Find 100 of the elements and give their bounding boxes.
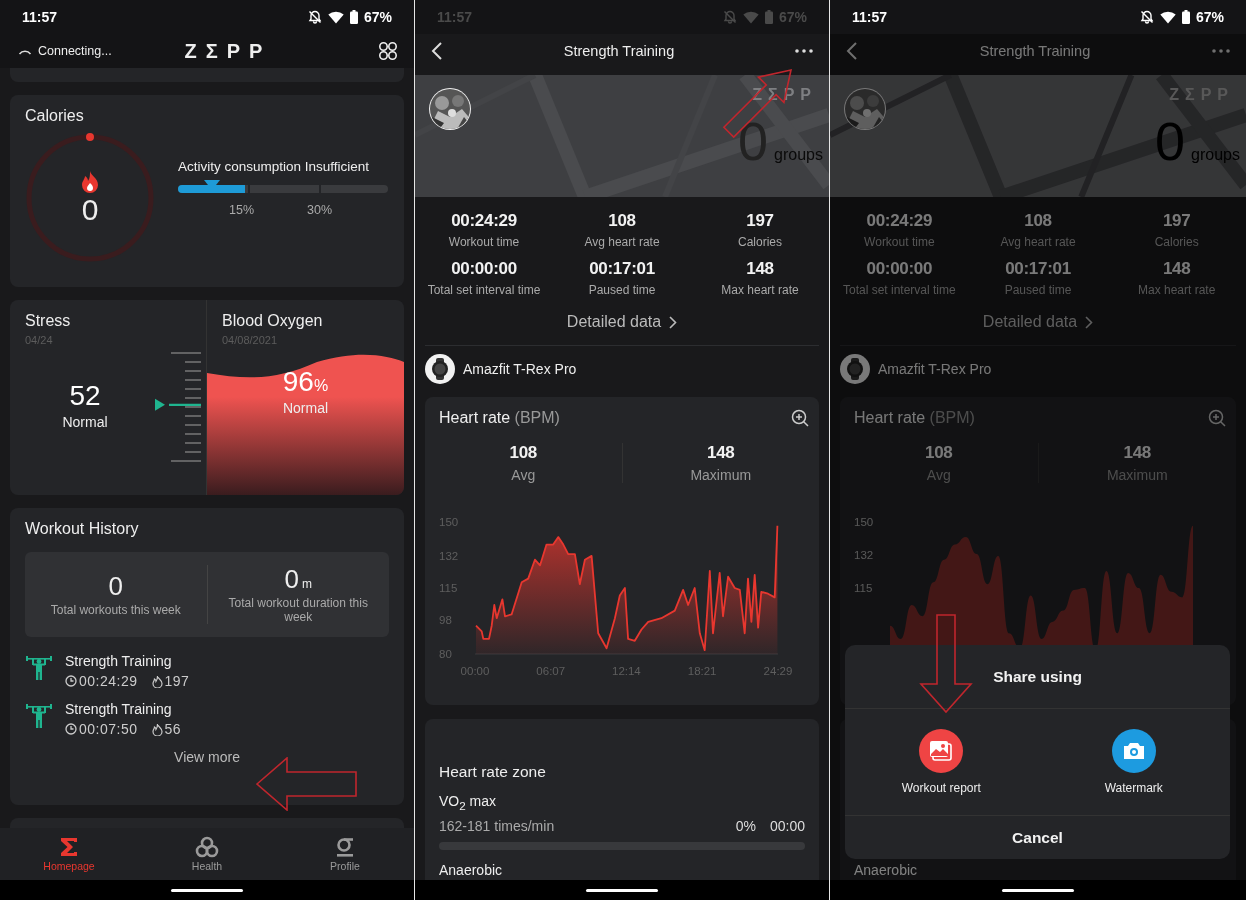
- heart-rate-label: Maximum: [690, 467, 752, 483]
- card-title: Blood Oxygen: [222, 312, 324, 330]
- card-title: Workout History: [25, 520, 140, 538]
- stat-value: 197: [746, 211, 774, 231]
- zone-name: Anaerobic: [439, 861, 504, 880]
- unit-label: (BPM): [929, 409, 975, 426]
- axis-tick-label: 150: [854, 516, 874, 528]
- wifi-icon: [1159, 10, 1176, 24]
- share-option[interactable]: Watermark: [1037, 709, 1230, 815]
- app-logo: ZΣPP: [184, 39, 272, 63]
- nav-tab[interactable]: Profile: [276, 828, 414, 880]
- workout-duration: 00:24:29: [79, 673, 138, 689]
- more-options-button[interactable]: [793, 47, 815, 55]
- nav-tab[interactable]: Health: [138, 828, 276, 880]
- gesture-bar[interactable]: [1002, 888, 1074, 892]
- axis-tick-label: 80: [439, 648, 452, 660]
- heart-rate-value: 108: [925, 443, 953, 463]
- total-value: 0: [284, 565, 299, 593]
- stat-value: 00:24:29: [866, 211, 933, 231]
- battery-icon: [1181, 10, 1190, 24]
- oxygen-value: 96: [282, 366, 314, 398]
- share-option[interactable]: Workout report: [845, 709, 1038, 815]
- status-time: 11:57: [22, 9, 58, 25]
- bell-off-icon: [307, 10, 322, 24]
- heart-rate-value: 148: [707, 443, 735, 463]
- total-value: 0: [108, 572, 123, 600]
- axis-tick-label: 132: [439, 549, 459, 562]
- stat-label: Paused time: [1004, 283, 1072, 297]
- gesture-bar[interactable]: [171, 888, 243, 892]
- activity-label: Activity consumption Insufficient: [178, 159, 370, 174]
- stat-label: Max heart rate: [1137, 283, 1216, 297]
- back-button[interactable]: [429, 40, 445, 62]
- axis-tick-label: 24:29: [763, 665, 793, 677]
- weightlifter-icon: [25, 701, 53, 729]
- percent-tick: 30%: [307, 203, 333, 217]
- stat-label: Workout time: [448, 235, 520, 249]
- stat-label: Calories: [1154, 235, 1199, 249]
- device-name: Amazfit T-Rex Pro: [463, 361, 577, 377]
- zone-range: 162-181 times/min: [439, 818, 555, 834]
- axis-tick-label: 150: [439, 516, 459, 528]
- card-title: Heart rate zone: [439, 763, 547, 782]
- status-time: 11:57: [852, 9, 888, 25]
- device-name: Amazfit T-Rex Pro: [878, 361, 992, 377]
- group-unit: groups: [774, 146, 823, 164]
- sigma-icon: [58, 836, 80, 858]
- workout-entry[interactable]: Strength Training 00:07:50 56: [25, 701, 389, 737]
- heart-rate-value: 108: [509, 443, 537, 463]
- stress-status: Normal: [62, 414, 108, 430]
- battery-percent: 67%: [363, 9, 392, 25]
- stat-value: 108: [1024, 211, 1052, 231]
- screen-title: Strength Training: [979, 43, 1091, 59]
- stat-value: 00:00:00: [451, 259, 517, 279]
- battery-percent: 67%: [1195, 9, 1224, 25]
- detailed-data-link[interactable]: Detailed data: [562, 309, 682, 335]
- flame-icon: [151, 722, 163, 736]
- workout-name: Strength Training: [65, 653, 173, 669]
- workout-calories: 197: [164, 673, 190, 689]
- card-title: Calories: [25, 107, 85, 125]
- chevron-right-icon: [1085, 315, 1094, 329]
- heart-rate-value: 148: [1123, 443, 1151, 463]
- weightlifter-icon: [25, 653, 53, 681]
- wifi-icon: [742, 10, 759, 24]
- stat-value: 00:17:01: [1005, 259, 1071, 279]
- calorie-value: 0: [81, 194, 99, 226]
- chevron-right-icon: [669, 315, 678, 329]
- stat-label: Max heart rate: [721, 283, 799, 297]
- card-title: Heart rate: [854, 409, 926, 426]
- stat-label: Total set interval time: [842, 283, 956, 297]
- nav-tab[interactable]: Homepage: [0, 828, 138, 880]
- zone-percent: 0%: [735, 818, 756, 834]
- stat-label: Total set interval time: [427, 283, 541, 297]
- connection-status: Connecting...: [38, 44, 112, 58]
- workout-entry[interactable]: Strength Training 00:24:29 197: [25, 653, 389, 689]
- profile-icon: [334, 836, 356, 858]
- card-title: Stress: [25, 312, 72, 330]
- gesture-bar[interactable]: [586, 888, 658, 892]
- measure-date: 04/08/2021: [222, 334, 279, 346]
- zoom-in-button[interactable]: [789, 407, 811, 429]
- axis-tick-label: 00:00: [460, 665, 490, 677]
- cancel-button[interactable]: Cancel: [845, 816, 1230, 859]
- stat-label: Workout time: [864, 235, 935, 249]
- stat-label: Avg heart rate: [584, 235, 660, 249]
- workout-duration: 00:07:50: [79, 721, 138, 737]
- workout-name: Strength Training: [65, 701, 173, 717]
- zone-name: Anaerobic: [854, 861, 919, 880]
- axis-tick-label: 132: [854, 549, 874, 561]
- stat-value: 00:00:00: [866, 259, 933, 279]
- axis-tick-label: 115: [854, 582, 873, 594]
- stat-label: Calories: [738, 235, 782, 249]
- oxygen-unit: %: [313, 377, 329, 395]
- view-more-link[interactable]: View more: [174, 749, 240, 765]
- card-title: Heart rate: [439, 409, 511, 426]
- screen-title: Strength Training: [563, 43, 675, 59]
- wifi-icon: [327, 10, 344, 24]
- apps-grid-button[interactable]: [378, 41, 398, 61]
- percent-tick: 15%: [229, 203, 255, 217]
- unit-label: (BPM): [514, 409, 560, 426]
- stat-value: 197: [1162, 211, 1191, 231]
- heart-rate-label: Avg: [511, 467, 536, 483]
- heart-rate-label: Maximum: [1106, 467, 1168, 483]
